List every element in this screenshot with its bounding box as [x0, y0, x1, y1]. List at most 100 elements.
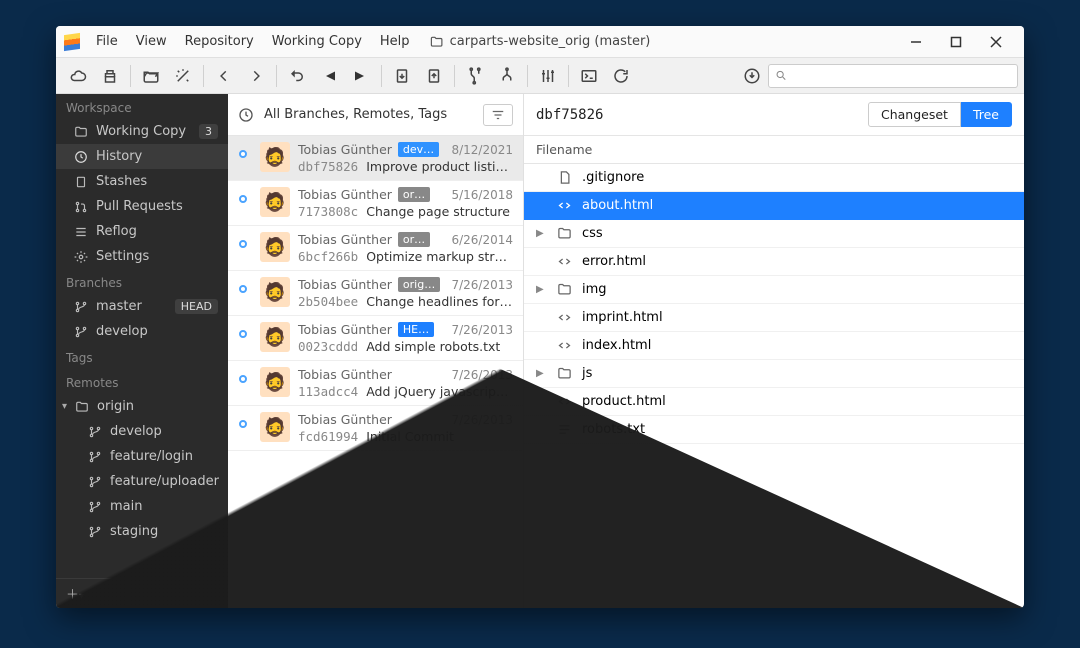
- menu-file[interactable]: File: [88, 30, 126, 53]
- menu-help[interactable]: Help: [372, 30, 418, 53]
- sidebar-item-label: staging: [110, 524, 158, 539]
- sidebar-item-pull-requests[interactable]: Pull Requests: [56, 194, 228, 219]
- file-row[interactable]: robots.txt: [524, 416, 1024, 444]
- ref-tag: or…: [398, 187, 430, 202]
- sidebar-item-stashes[interactable]: Stashes: [56, 169, 228, 194]
- window-minimize[interactable]: [896, 30, 936, 54]
- sidebar: Workspace Working Copy 3 History Stashes…: [56, 94, 228, 608]
- commit-author: Tobias Günther: [298, 232, 392, 247]
- ref-tag: or…: [398, 232, 430, 247]
- commit-author: Tobias Günther: [298, 322, 392, 337]
- code-icon: [556, 254, 572, 269]
- window-close[interactable]: [976, 30, 1016, 54]
- clipboard-up-icon[interactable]: [418, 62, 450, 90]
- sidebar-branch-master[interactable]: master HEAD: [56, 294, 228, 319]
- search-field[interactable]: [768, 64, 1018, 88]
- file-row[interactable]: product.html: [524, 388, 1024, 416]
- ref-tag: dev…: [398, 142, 439, 157]
- branch-icon: [88, 450, 102, 464]
- folder-icon: [74, 125, 88, 139]
- download-icon[interactable]: [736, 62, 768, 90]
- sliders-icon[interactable]: [532, 62, 564, 90]
- file-row[interactable]: about.html: [524, 192, 1024, 220]
- clipboard-down-icon[interactable]: [386, 62, 418, 90]
- commit-row[interactable]: 🧔 Tobias Güntheror…5/16/2018 7173808cCha…: [228, 181, 523, 226]
- menubar: File View Repository Working Copy Help c…: [56, 26, 1024, 58]
- search-input[interactable]: [787, 69, 1011, 83]
- sidebar-remote-origin[interactable]: ▾ origin: [56, 394, 228, 419]
- branch-icon: [88, 475, 102, 489]
- commit-row[interactable]: 🧔 Tobias Güntheror…6/26/2014 6bcf266bOpt…: [228, 226, 523, 271]
- sidebar-item-settings[interactable]: Settings: [56, 244, 228, 269]
- cloud-icon[interactable]: [62, 62, 94, 90]
- window-title-text: carparts-website_orig (master): [450, 34, 651, 49]
- scope-options-button[interactable]: [483, 104, 513, 126]
- sidebar-branch-develop[interactable]: develop: [56, 319, 228, 344]
- print-icon[interactable]: [94, 62, 126, 90]
- sidebar-remote-branch[interactable]: main: [56, 494, 228, 519]
- chevron-down-icon: ▾: [62, 401, 67, 412]
- file-row[interactable]: error.html: [524, 248, 1024, 276]
- sidebar-remote-branch[interactable]: staging: [56, 519, 228, 544]
- avatar: 🧔: [260, 187, 290, 217]
- commit-row[interactable]: 🧔 Tobias Günther7/26/2013 113adcc4Add jQ…: [228, 361, 523, 406]
- commit-author: Tobias Günther: [298, 412, 392, 427]
- commit-message: Initial Commit: [366, 429, 454, 444]
- commit-hash: 7173808c: [298, 204, 358, 219]
- code-icon: [556, 198, 572, 213]
- commit-row[interactable]: 🧔 Tobias Günther7/26/2013 fcd61994Initia…: [228, 406, 523, 451]
- avatar: 🧔: [260, 322, 290, 352]
- file-name: imprint.html: [582, 310, 663, 325]
- commit-graph: [234, 142, 252, 158]
- magic-icon[interactable]: [167, 62, 199, 90]
- branch-icon: [88, 500, 102, 514]
- menu-repository[interactable]: Repository: [177, 30, 262, 53]
- sidebar-item-label: Settings: [96, 249, 149, 264]
- menu-view[interactable]: View: [128, 30, 175, 53]
- commit-row[interactable]: 🧔 Tobias Güntherdev…8/12/2021 dbf75826Im…: [228, 136, 523, 181]
- ref-tag: orig…: [398, 277, 440, 292]
- merge-icon[interactable]: [459, 62, 491, 90]
- nav-back-icon[interactable]: [208, 62, 240, 90]
- file-row[interactable]: ▶js: [524, 360, 1024, 388]
- nav-forward-icon[interactable]: [240, 62, 272, 90]
- sidebar-remote-branch[interactable]: develop: [56, 419, 228, 444]
- commit-date: 7/26/2013: [451, 323, 513, 337]
- commit-list-panel: All Branches, Remotes, Tags 🧔 Tobias Gün…: [228, 94, 524, 608]
- commit-row[interactable]: 🧔 Tobias Güntherorig…7/26/2013 2b504beeC…: [228, 271, 523, 316]
- sidebar-item-label: main: [110, 499, 142, 514]
- sidebar-section-remotes: Remotes: [56, 369, 228, 394]
- commit-date: 8/12/2021: [451, 143, 513, 157]
- flag-left-icon[interactable]: [313, 62, 345, 90]
- sidebar-add-button[interactable]: ＋▾: [56, 578, 228, 608]
- commits-scope-label[interactable]: All Branches, Remotes, Tags: [264, 107, 447, 122]
- clipboard-icon: [74, 175, 88, 189]
- commit-hash-title: dbf75826: [536, 107, 603, 123]
- window-maximize[interactable]: [936, 30, 976, 54]
- seg-tree-button[interactable]: Tree: [961, 102, 1012, 127]
- folder-icon: [75, 400, 89, 414]
- commit-graph: [234, 277, 252, 293]
- file-row[interactable]: .gitignore: [524, 164, 1024, 192]
- file-row[interactable]: ▶img: [524, 276, 1024, 304]
- sidebar-item-history[interactable]: History: [56, 144, 228, 169]
- branch-icon[interactable]: [491, 62, 523, 90]
- file-row[interactable]: index.html: [524, 332, 1024, 360]
- terminal-icon[interactable]: [573, 62, 605, 90]
- sidebar-item-label: master: [96, 299, 142, 314]
- sidebar-remote-branch[interactable]: feature/uploader: [56, 469, 228, 494]
- refresh-icon[interactable]: [605, 62, 637, 90]
- sidebar-item-reflog[interactable]: Reflog: [56, 219, 228, 244]
- sidebar-item-working-copy[interactable]: Working Copy 3: [56, 119, 228, 144]
- seg-changeset-button[interactable]: Changeset: [868, 102, 961, 127]
- list-icon: [74, 225, 88, 239]
- commit-row[interactable]: 🧔 Tobias GüntherHE…7/26/2013 0023cdddAdd…: [228, 316, 523, 361]
- undo-icon[interactable]: [281, 62, 313, 90]
- open-icon[interactable]: [135, 62, 167, 90]
- commit-graph: [234, 367, 252, 383]
- menu-working-copy[interactable]: Working Copy: [264, 30, 370, 53]
- file-row[interactable]: ▶css: [524, 220, 1024, 248]
- sidebar-remote-branch[interactable]: feature/login: [56, 444, 228, 469]
- flag-right-icon[interactable]: [345, 62, 377, 90]
- file-row[interactable]: imprint.html: [524, 304, 1024, 332]
